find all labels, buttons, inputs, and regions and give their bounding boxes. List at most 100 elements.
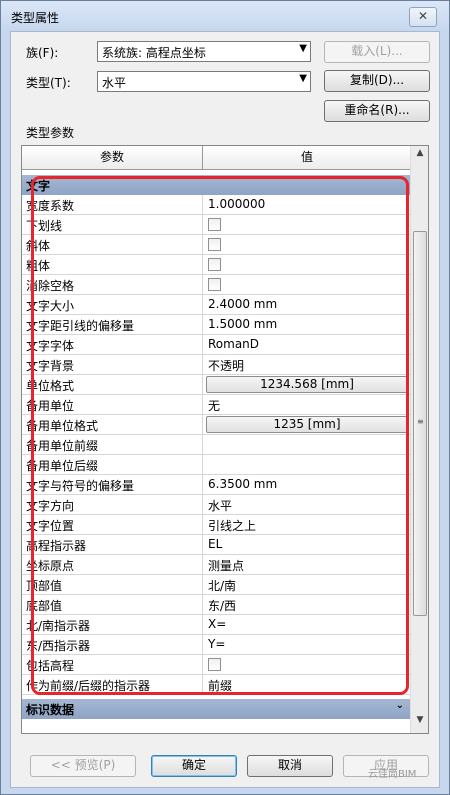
watermark: 云佳筒BIM <box>368 769 417 780</box>
parameter-name: 文字方向 <box>22 495 203 514</box>
parameter-row: 底部值 东/西 <box>22 595 410 615</box>
parameter-row: 顶部值 北/南 <box>22 575 410 595</box>
scroll-down-icon[interactable]: ▼ <box>411 715 428 731</box>
ok-button[interactable]: 确定 <box>151 755 237 777</box>
close-button[interactable]: ✕ <box>409 7 437 27</box>
parameter-row: 坐标原点 测量点 <box>22 555 410 575</box>
parameter-row: 文字方向 水平 <box>22 495 410 515</box>
parameter-row: 东/西指示器 Y= <box>22 635 410 655</box>
parameter-value[interactable]: 1.5000 mm <box>204 315 410 334</box>
family-value: 系统族: 高程点坐标 <box>102 46 206 60</box>
parameter-name: 文字距引线的偏移量 <box>22 315 203 334</box>
grip-icon: ≡ <box>417 417 424 426</box>
vertical-scrollbar[interactable]: ▲ ≡ ▼ <box>410 146 428 733</box>
parameter-name: 顶部值 <box>22 575 203 594</box>
value-column-header[interactable]: 值 <box>204 146 410 170</box>
chevron-down-icon: ▼ <box>299 43 307 54</box>
parameter-name: 文字与符号的偏移量 <box>22 475 203 494</box>
scroll-thumb[interactable]: ≡ <box>413 231 427 616</box>
collapse-icon[interactable]: ⌃ <box>396 176 404 187</box>
parameter-checkbox[interactable] <box>208 278 221 291</box>
family-dropdown[interactable]: 系统族: 高程点坐标 ▼ <box>97 41 311 62</box>
parameter-name: 文字位置 <box>22 515 203 534</box>
parameter-checkbox[interactable] <box>208 238 221 251</box>
parameter-row: 文字位置 引线之上 <box>22 515 410 535</box>
parameter-name: 斜体 <box>22 235 203 254</box>
parameter-value[interactable]: 无 <box>204 395 410 414</box>
parameter-row: 斜体 <box>22 235 410 255</box>
parameter-value[interactable]: 引线之上 <box>204 515 410 534</box>
parameter-row: 消除空格 <box>22 275 410 295</box>
parameter-checkbox[interactable] <box>208 258 221 271</box>
parameter-name: 高程指示器 <box>22 535 203 554</box>
parameter-checkbox[interactable] <box>208 658 221 671</box>
family-label: 族(F): <box>26 46 59 60</box>
parameter-row: 文字距引线的偏移量 1.5000 mm <box>22 315 410 335</box>
grid-header: 参数 值 <box>22 146 410 170</box>
duplicate-button[interactable]: 复制(D)... <box>324 70 430 92</box>
title-bar: 类型属性 ✕ <box>1 1 449 31</box>
type-parameters-label: 类型参数 <box>26 126 75 140</box>
preview-button[interactable]: << 预览(P) <box>30 755 136 777</box>
parameter-value[interactable]: 测量点 <box>204 555 410 574</box>
dialog-title: 类型属性 <box>11 11 60 25</box>
parameter-value[interactable]: 前缀 <box>204 675 410 694</box>
parameter-row: 下划线 <box>22 215 410 235</box>
parameter-value[interactable]: Y= <box>204 635 410 654</box>
group-header-identity[interactable]: 标识数据 ⌄ <box>22 699 410 719</box>
parameter-value[interactable]: X= <box>204 615 410 634</box>
parameter-row: 备用单位前缀 <box>22 435 410 455</box>
parameter-name: 文字字体 <box>22 335 203 354</box>
parameter-name: 北/南指示器 <box>22 615 203 634</box>
parameter-row: 宽度系数 1.000000 <box>22 195 410 215</box>
expand-icon[interactable]: ⌄ <box>396 700 404 711</box>
parameter-name: 消除空格 <box>22 275 203 294</box>
scroll-up-icon[interactable]: ▲ <box>411 148 428 164</box>
parameter-value[interactable] <box>204 455 410 474</box>
parameter-value-button[interactable]: 1235 [mm] <box>206 416 408 433</box>
parameter-row: 单位格式 1234.568 [mm] <box>22 375 410 395</box>
group-title: 标识数据 <box>26 703 75 717</box>
parameter-value[interactable]: 1.000000 <box>204 195 410 214</box>
parameter-checkbox[interactable] <box>208 218 221 231</box>
parameter-name: 宽度系数 <box>22 195 203 214</box>
parameter-value-button[interactable]: 1234.568 [mm] <box>206 376 408 393</box>
parameter-name: 单位格式 <box>22 375 203 394</box>
parameter-name: 备用单位 <box>22 395 203 414</box>
parameter-row: 文字与符号的偏移量 6.3500 mm <box>22 475 410 495</box>
parameter-row: 备用单位格式 1235 [mm] <box>22 415 410 435</box>
parameter-name: 坐标原点 <box>22 555 203 574</box>
parameter-value[interactable]: EL <box>204 535 410 554</box>
group-title: 文字 <box>26 179 51 193</box>
parameter-value[interactable]: 东/西 <box>204 595 410 614</box>
parameter-grid: 参数 值 文字 ⌃ 宽度系数 1.000000 下划线 斜体 粗体 消除空格 文字大小 2.4… <box>21 145 429 734</box>
chevron-down-icon: ▼ <box>299 73 307 84</box>
parameter-value[interactable] <box>204 435 410 454</box>
type-value: 水平 <box>102 76 127 90</box>
parameter-name: 包括高程 <box>22 655 203 674</box>
group-header-text[interactable]: 文字 ⌃ <box>22 175 410 195</box>
parameter-row: 高程指示器 EL <box>22 535 410 555</box>
cancel-button[interactable]: 取消 <box>247 755 333 777</box>
type-dropdown[interactable]: 水平 ▼ <box>97 71 311 92</box>
param-column-header[interactable]: 参数 <box>22 146 203 170</box>
parameter-name: 下划线 <box>22 215 203 234</box>
parameter-row: 备用单位无 <box>22 395 410 415</box>
parameter-value[interactable]: 水平 <box>204 495 410 514</box>
load-button[interactable]: 载入(L)... <box>324 41 430 63</box>
parameter-name: 作为前缀/后缀的指示器 <box>22 675 203 694</box>
parameter-row: 北/南指示器 X= <box>22 615 410 635</box>
parameter-name: 粗体 <box>22 255 203 274</box>
parameter-name: 备用单位前缀 <box>22 435 203 454</box>
parameter-name: 文字大小 <box>22 295 203 314</box>
parameter-row: 粗体 <box>22 255 410 275</box>
parameter-row: 备用单位后缀 <box>22 455 410 475</box>
parameter-value[interactable]: RomanD <box>204 335 410 354</box>
parameter-value[interactable]: 2.4000 mm <box>204 295 410 314</box>
parameter-name: 文字背景 <box>22 355 203 374</box>
rename-button[interactable]: 重命名(R)... <box>324 100 430 122</box>
type-label: 类型(T): <box>26 76 71 90</box>
parameter-value[interactable]: 不透明 <box>204 355 410 374</box>
parameter-value[interactable]: 北/南 <box>204 575 410 594</box>
parameter-value[interactable]: 6.3500 mm <box>204 475 410 494</box>
